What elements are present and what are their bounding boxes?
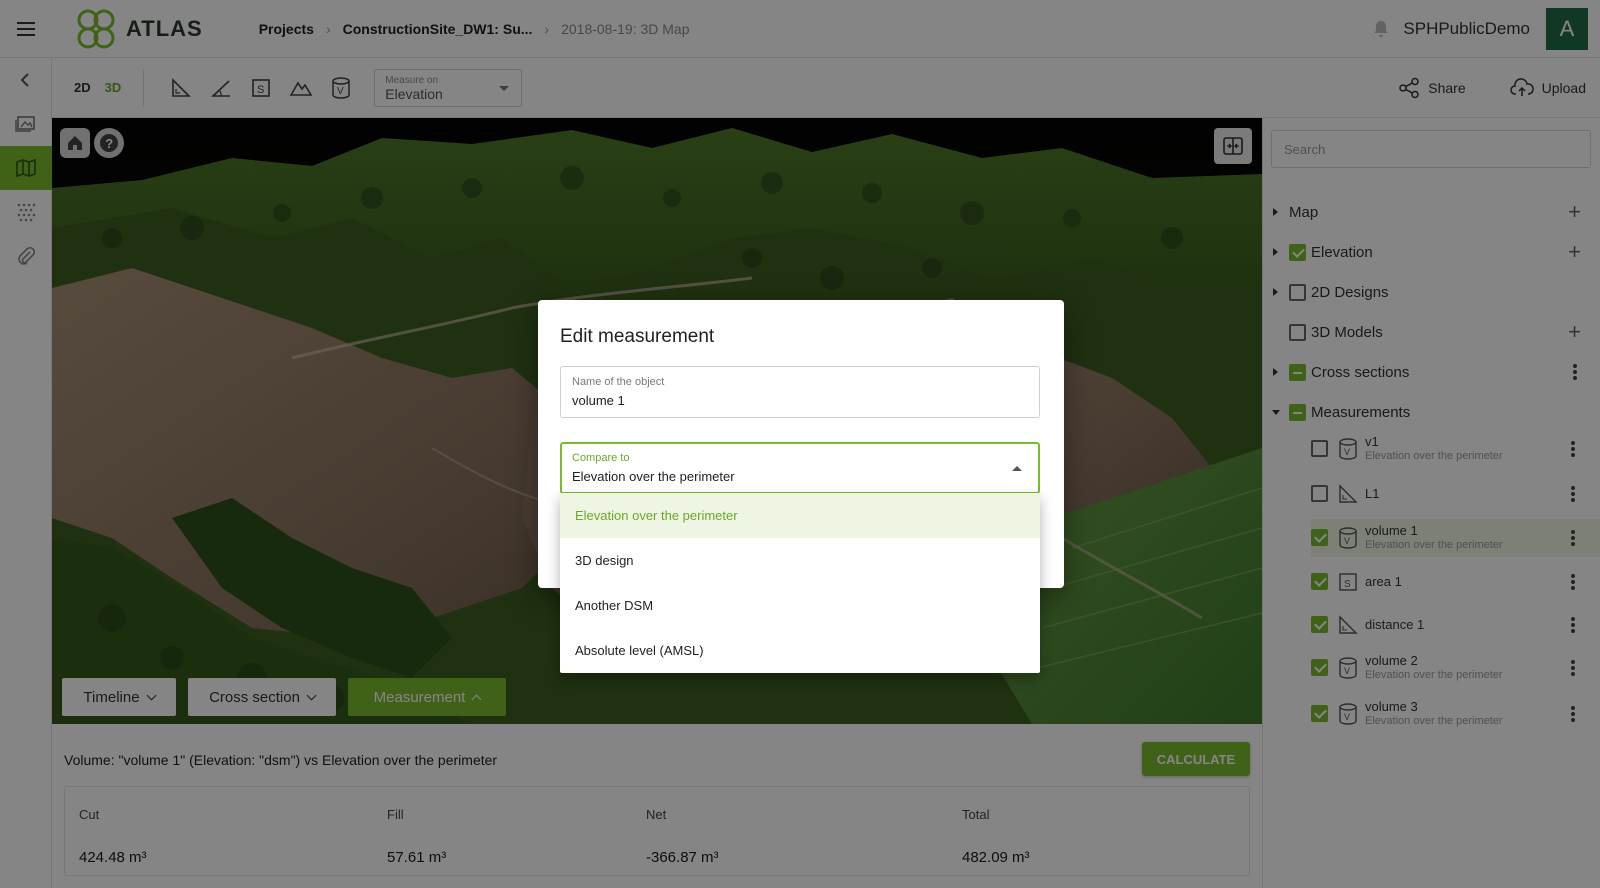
option-elevation-over-perimeter[interactable]: Elevation over the perimeter — [560, 493, 1040, 538]
object-name-field[interactable]: Name of the object volume 1 — [560, 366, 1040, 418]
compare-to-dropdown-menu: Elevation over the perimeter 3D design A… — [560, 493, 1040, 673]
compare-to-label: Compare to — [572, 452, 630, 464]
object-name-value[interactable]: volume 1 — [572, 393, 625, 408]
option-absolute-level[interactable]: Absolute level (AMSL) — [560, 628, 1040, 673]
caret-up-icon — [1012, 466, 1022, 471]
dialog-title: Edit measurement — [560, 326, 715, 347]
compare-to-value: Elevation over the perimeter — [572, 469, 735, 484]
object-name-label: Name of the object — [572, 376, 665, 388]
option-3d-design[interactable]: 3D design — [560, 538, 1040, 583]
option-another-dsm[interactable]: Another DSM — [560, 583, 1040, 628]
compare-to-select[interactable]: Compare to Elevation over the perimeter — [560, 442, 1040, 494]
